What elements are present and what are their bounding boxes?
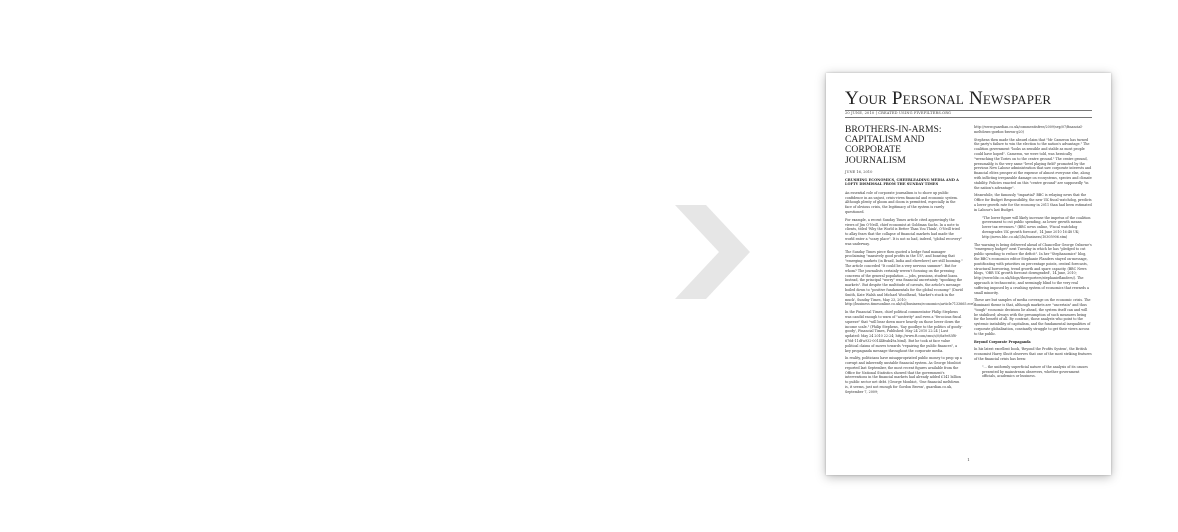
masthead-title: Your Personal Newspaper bbox=[845, 88, 1052, 109]
section-heading: Beyond Corporate Propaganda bbox=[974, 339, 1031, 344]
newspaper-page: Your Personal Newspaper 20 June, 2010 | … bbox=[826, 73, 1111, 475]
article-paragraph: In his latest excellent book, 'Beyond th… bbox=[974, 347, 1092, 362]
block-quote: "... the uniformly superficial nature of… bbox=[982, 364, 1088, 379]
dateline-rule bbox=[845, 117, 1092, 118]
article-date: June 16, 2010 bbox=[845, 169, 873, 174]
article-paragraph: http://www.guardian.co.uk/commentisfree/… bbox=[974, 125, 1083, 134]
article-paragraph: The Sunday Times piece then quoted a hed… bbox=[845, 249, 975, 307]
page-number: 1 bbox=[967, 457, 970, 462]
chevron-right-icon[interactable] bbox=[675, 205, 750, 299]
block-quote: "The lower figure will likely increase t… bbox=[982, 215, 1091, 239]
article-column-right: http://www.guardian.co.uk/commentisfree/… bbox=[974, 125, 1092, 382]
article-column-left: Brothers-in-Arms: Capitalism and Corpora… bbox=[845, 124, 975, 398]
article-paragraph: The warning is being delivered ahead of … bbox=[974, 242, 1092, 295]
article-paragraph: An essential role of corporate journalis… bbox=[845, 190, 958, 214]
article-paragraph: These are but samples of media coverage … bbox=[974, 298, 1091, 336]
dateline: 20 June, 2010 | created using fivefilter… bbox=[845, 111, 952, 115]
article-subhead: Crushing Economics, Cheerleading Media a… bbox=[845, 177, 959, 187]
article-paragraph: For example, a recent Sunday Times artic… bbox=[845, 217, 962, 246]
article-paragraph: In reality, politicians have misappropri… bbox=[845, 356, 962, 394]
article-headline: Brothers-in-Arms: Capitalism and Corpora… bbox=[845, 124, 942, 166]
chevron-right-shape bbox=[675, 205, 750, 299]
article-paragraph: In the Financial Times, chief political … bbox=[845, 310, 963, 353]
article-paragraph: Meanwhile, the famously "impartial" BBC … bbox=[974, 193, 1092, 212]
article-paragraph: Stephens then made the absurd claim that… bbox=[974, 137, 1092, 190]
